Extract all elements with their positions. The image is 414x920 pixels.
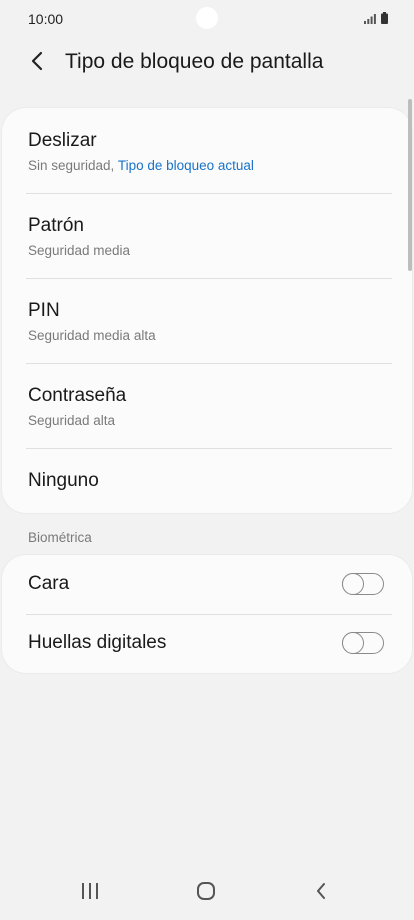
recent-apps-icon [80,882,100,905]
chevron-left-icon [30,51,44,76]
back-button[interactable] [22,48,52,78]
signal-icon [364,14,376,24]
bio-item-cara[interactable]: Cara [2,555,412,614]
item-title: Deslizar [28,130,97,151]
recent-apps-button[interactable] [70,880,110,906]
bio-item-huellas[interactable]: Huellas digitales [2,614,412,673]
home-button[interactable] [186,880,226,906]
camera-cutout [196,7,218,29]
toggle-knob [341,631,364,654]
fingerprint-toggle[interactable] [341,631,384,654]
page-title: Tipo de bloqueo de pantalla [65,50,324,73]
item-title: Huellas digitales [28,632,167,653]
status-icons [364,12,388,24]
item-title: Cara [28,573,70,594]
item-subtitle: Seguridad media [28,243,131,258]
lock-item-deslizar[interactable]: Deslizar Sin seguridad, Tipo de bloqueo … [2,108,412,193]
biometrics-list: Cara Huellas digitales [2,555,412,673]
current-lock-label: Tipo de bloqueo actual [117,158,254,173]
item-subtitle: Sin seguridad, Tipo de bloqueo actual [28,158,254,173]
lock-item-contrasena[interactable]: Contraseña Seguridad alta [2,363,412,448]
back-icon [315,882,327,905]
section-label-biometrics: Biométrica [28,530,92,545]
item-subtitle-text: Sin seguridad, [28,158,118,173]
status-time: 10:00 [28,11,64,27]
lock-item-patron[interactable]: Patrón Seguridad media [2,193,412,278]
lock-type-list: Deslizar Sin seguridad, Tipo de bloqueo … [2,108,412,513]
face-toggle[interactable] [341,572,384,595]
item-title: Patrón [28,215,84,236]
scrollbar[interactable] [408,99,412,271]
item-title: Ninguno [28,470,99,491]
home-icon [196,881,216,906]
status-bar: 10:00 [0,0,414,38]
header: Tipo de bloqueo de pantalla [0,40,414,88]
back-nav-button[interactable] [301,880,341,906]
item-title: Contraseña [28,385,127,406]
lock-item-ninguno[interactable]: Ninguno [2,448,412,513]
battery-icon [381,12,388,24]
item-title: PIN [28,300,60,321]
item-subtitle: Seguridad media alta [28,328,156,343]
navigation-bar [0,866,414,920]
item-subtitle: Seguridad alta [28,413,116,428]
lock-item-pin[interactable]: PIN Seguridad media alta [2,278,412,363]
toggle-knob [341,572,364,595]
